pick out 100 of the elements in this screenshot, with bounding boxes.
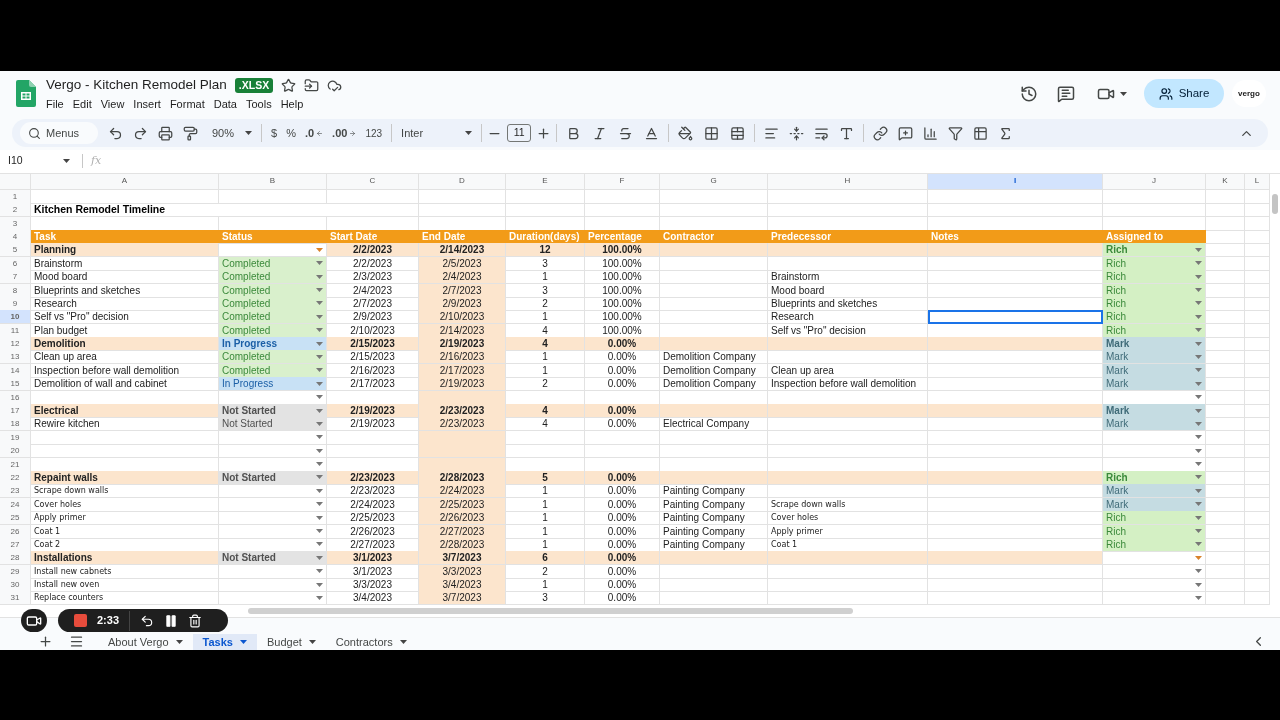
assignee-dropdown[interactable]: Mark bbox=[1103, 417, 1206, 432]
row-number[interactable]: 25 bbox=[0, 511, 31, 526]
italic-icon[interactable] bbox=[592, 125, 608, 141]
all-sheets-icon[interactable] bbox=[69, 634, 84, 649]
font-dropdown[interactable]: Inter bbox=[397, 121, 477, 145]
predecessor-cell: Apply primer bbox=[768, 524, 928, 539]
status-dropdown[interactable]: Completed bbox=[219, 350, 327, 365]
text-color-icon[interactable] bbox=[644, 125, 660, 141]
status-dropdown[interactable]: Completed bbox=[219, 310, 327, 325]
share-button[interactable]: Share bbox=[1144, 79, 1224, 109]
menu-item[interactable]: Help bbox=[280, 96, 304, 113]
row-number[interactable]: 23 bbox=[0, 484, 31, 499]
name-box[interactable]: I10 bbox=[8, 153, 74, 169]
increase-decimal-button[interactable]: .00 bbox=[328, 121, 361, 145]
borders-icon[interactable] bbox=[704, 125, 720, 141]
document-title[interactable]: Vergo - Kitchen Remodel Plan bbox=[46, 74, 227, 96]
undo-icon[interactable] bbox=[108, 125, 123, 141]
assignee-dropdown[interactable]: Mark bbox=[1103, 337, 1206, 352]
row-number[interactable]: 17 bbox=[0, 404, 31, 418]
scrollbar-thumb[interactable] bbox=[1272, 193, 1278, 214]
assignee-dropdown[interactable]: Rich bbox=[1103, 470, 1206, 485]
assignee-dropdown[interactable]: Mark bbox=[1103, 377, 1206, 392]
vertical-align-icon[interactable] bbox=[789, 125, 805, 141]
font-size-field[interactable]: 11 bbox=[507, 124, 532, 142]
cloud-check-icon[interactable] bbox=[327, 77, 343, 93]
comment-icon[interactable] bbox=[1057, 84, 1075, 103]
row-number[interactable]: 20 bbox=[0, 444, 31, 459]
paint-format-icon[interactable] bbox=[183, 125, 198, 141]
add-comment-icon[interactable] bbox=[898, 125, 914, 141]
menus-search-field[interactable]: Menus bbox=[20, 122, 98, 144]
scrollbar-thumb[interactable] bbox=[248, 607, 853, 614]
menu-item[interactable]: File bbox=[46, 96, 64, 113]
assignee-dropdown[interactable]: Rich bbox=[1103, 310, 1206, 325]
assignee-dropdown[interactable]: Rich bbox=[1103, 243, 1206, 258]
row-number[interactable]: 2 bbox=[0, 203, 31, 218]
menu-item[interactable]: Insert bbox=[133, 96, 161, 113]
row-number[interactable]: 10 bbox=[0, 310, 31, 325]
move-folder-icon[interactable] bbox=[304, 77, 320, 93]
sheet-tab[interactable]: Budget bbox=[256, 633, 326, 650]
text-rotation-icon[interactable] bbox=[839, 125, 855, 141]
row-number[interactable]: 5 bbox=[0, 243, 31, 258]
sheet-tab[interactable]: About Vergo bbox=[98, 633, 193, 650]
assignee-dropdown[interactable]: Rich bbox=[1103, 511, 1206, 526]
plus-icon[interactable] bbox=[536, 125, 552, 141]
chart-icon[interactable] bbox=[923, 125, 939, 141]
menu-item[interactable]: Data bbox=[213, 96, 237, 113]
assignee-dropdown[interactable]: Rich bbox=[1103, 270, 1206, 285]
row-number[interactable]: 7 bbox=[0, 270, 31, 285]
redo-icon[interactable] bbox=[133, 125, 148, 141]
status-dropdown[interactable]: Not Started bbox=[219, 551, 327, 566]
menu-item[interactable]: View bbox=[100, 96, 125, 113]
caret-icon bbox=[1195, 435, 1202, 440]
camera-button[interactable] bbox=[21, 609, 47, 632]
status-dropdown[interactable]: In Progress bbox=[219, 337, 327, 352]
sheet-tab[interactable]: Contractors bbox=[325, 633, 417, 650]
menu-item[interactable]: Format bbox=[169, 96, 205, 113]
zoom-dropdown[interactable]: 90% bbox=[199, 121, 256, 145]
menu-item[interactable]: Edit bbox=[72, 96, 92, 113]
text-wrap-icon[interactable] bbox=[814, 125, 830, 141]
table-icon[interactable] bbox=[973, 125, 989, 141]
row-number[interactable]: 30 bbox=[0, 578, 31, 593]
status-dropdown[interactable]: Not Started bbox=[219, 404, 327, 418]
percentage-cell: 100.00% bbox=[585, 283, 660, 298]
selected-cell[interactable] bbox=[928, 310, 1103, 325]
status-dropdown[interactable]: In Progress bbox=[219, 377, 327, 392]
row-number[interactable]: 13 bbox=[0, 350, 31, 365]
decrease-decimal-button[interactable]: .0 bbox=[300, 121, 328, 145]
caret-icon bbox=[316, 261, 323, 266]
status-dropdown[interactable]: Completed bbox=[219, 270, 327, 285]
menu-item[interactable]: Tools bbox=[245, 96, 272, 113]
assignee-dropdown[interactable]: Mark bbox=[1103, 350, 1206, 365]
add-sheet-icon[interactable] bbox=[38, 634, 53, 649]
filter-icon[interactable] bbox=[948, 125, 964, 141]
number-format-button[interactable]: 123 bbox=[361, 121, 387, 145]
strikethrough-icon[interactable] bbox=[618, 125, 634, 141]
currency-button[interactable]: $ bbox=[267, 121, 282, 145]
status-dropdown[interactable]: Not Started bbox=[219, 470, 327, 485]
assignee-dropdown[interactable]: Mark bbox=[1103, 484, 1206, 499]
row-number[interactable]: 28 bbox=[0, 551, 31, 566]
status-dropdown[interactable]: Not Started bbox=[219, 417, 327, 432]
history-icon[interactable] bbox=[1020, 84, 1038, 103]
row-number[interactable]: 18 bbox=[0, 417, 31, 432]
row-number[interactable]: 15 bbox=[0, 377, 31, 392]
task-cell: Installations bbox=[31, 551, 219, 566]
row-number[interactable]: 31 bbox=[0, 591, 31, 606]
print-icon[interactable] bbox=[158, 125, 173, 141]
undo-icon[interactable] bbox=[140, 613, 155, 628]
row-number[interactable]: 12 bbox=[0, 337, 31, 352]
sheets-logo-icon[interactable] bbox=[16, 80, 36, 108]
merge-cells-icon[interactable] bbox=[730, 125, 746, 141]
assignee-dropdown[interactable]: Mark bbox=[1103, 404, 1206, 418]
pause-icon[interactable] bbox=[164, 613, 179, 628]
percent-button[interactable]: % bbox=[282, 121, 300, 145]
account-avatar[interactable]: vergo bbox=[1232, 80, 1266, 108]
align-left-icon[interactable] bbox=[764, 125, 780, 141]
link-icon[interactable] bbox=[873, 125, 889, 141]
sheet-tab[interactable]: Tasks bbox=[192, 633, 257, 650]
fill-color-icon[interactable] bbox=[678, 125, 694, 141]
star-icon[interactable] bbox=[281, 77, 297, 93]
trash-icon[interactable] bbox=[188, 613, 203, 628]
